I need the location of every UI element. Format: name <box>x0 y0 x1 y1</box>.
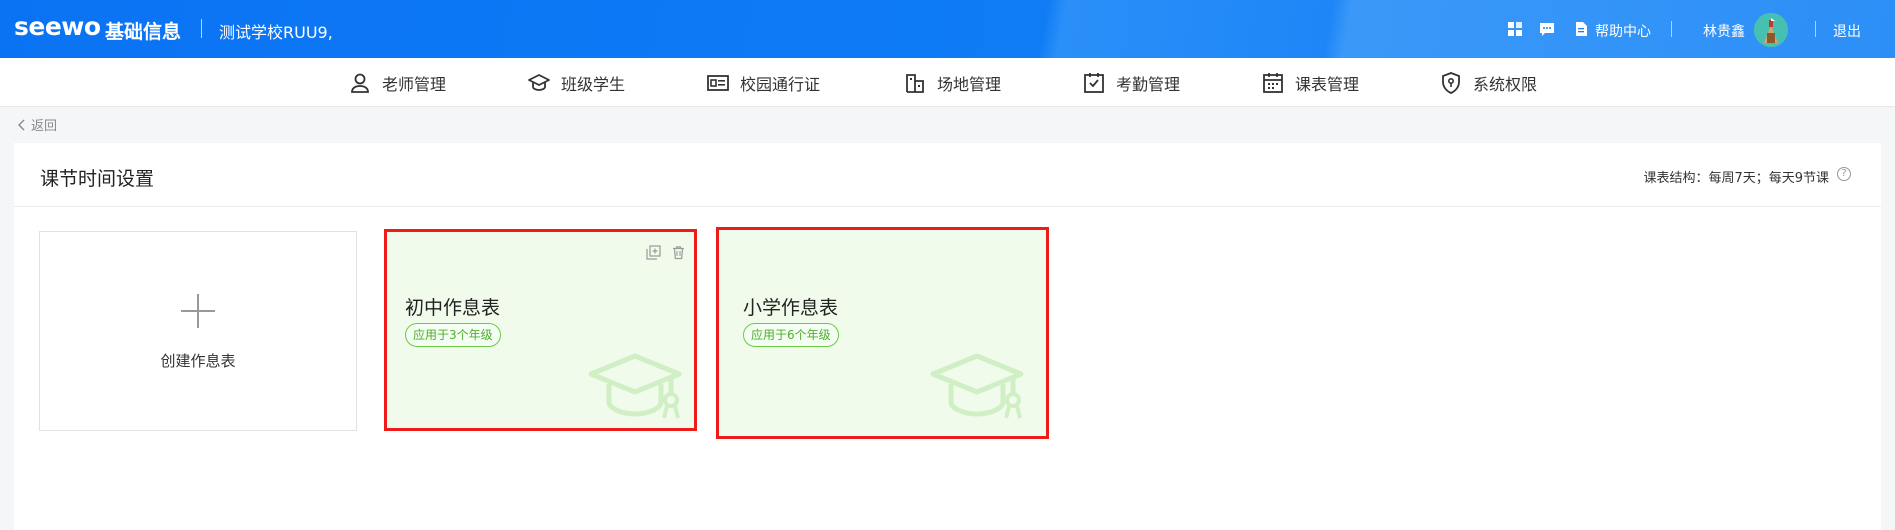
person-icon <box>351 73 369 93</box>
building-icon <box>906 74 924 93</box>
calendar-icon <box>1263 73 1283 93</box>
header-divider <box>201 19 202 38</box>
grade-count-badge: 应用于6个年级 <box>743 323 839 347</box>
school-name[interactable]: 测试学校RUU9, <box>219 19 333 43</box>
back-label: 返回 <box>31 119 58 134</box>
copy-icon[interactable] <box>646 245 661 260</box>
plus-icon <box>181 294 215 328</box>
nav-item-label: 课表管理 <box>1295 75 1360 94</box>
chevron-left-icon <box>18 119 25 130</box>
create-schedule-button[interactable]: 创建作息表 <box>39 231 357 431</box>
nav-item-label: 校园通行证 <box>740 75 821 94</box>
nav-item-teachers[interactable]: 老师管理 <box>348 70 446 96</box>
page-title: 课节时间设置 <box>40 168 155 190</box>
app-title: 基础信息 <box>105 21 182 43</box>
grade-count-badge: 应用于3个年级 <box>405 323 501 347</box>
username[interactable]: 林贵鑫 <box>1703 21 1745 41</box>
header-divider <box>1815 21 1816 37</box>
nav-item-venues[interactable]: 场地管理 <box>903 70 1001 96</box>
schedule-panel: 课节时间设置 课表结构：每周7天；每天9节课 ? 创建作息表 初中作息表 应用于… <box>14 143 1881 530</box>
trash-icon[interactable] <box>671 245 686 260</box>
card-actions <box>646 245 686 260</box>
id-card-icon <box>707 75 729 91</box>
apps-grid-icon[interactable] <box>1506 20 1524 38</box>
seewo-logo[interactable]: seewo <box>14 12 101 41</box>
schedule-card[interactable]: 初中作息表 应用于3个年级 <box>384 229 697 431</box>
nav-item-attendance[interactable]: 考勤管理 <box>1082 70 1180 96</box>
header-divider <box>1671 21 1672 37</box>
avatar[interactable] <box>1754 13 1788 47</box>
back-link[interactable]: 返回 <box>16 115 57 134</box>
panel-header: 课节时间设置 课表结构：每周7天；每天9节课 ? <box>14 143 1881 207</box>
calendar-check-icon <box>1084 73 1104 93</box>
nav-item-label: 场地管理 <box>937 75 1002 94</box>
main-nav: 老师管理 班级学生 校园通行证 场地管理 考勤管理 课表管理 系统权限 <box>0 58 1895 107</box>
top-header: seewo 基础信息 测试学校RUU9, 帮助中心 林贵鑫 退出 <box>0 0 1895 58</box>
nav-item-label: 系统权限 <box>1473 75 1538 94</box>
nav-item-campus-pass[interactable]: 校园通行证 <box>706 70 820 96</box>
graduation-cap-icon <box>588 353 682 419</box>
graduation-cap-icon <box>930 353 1024 419</box>
timetable-structure: 课表结构：每周7天；每天9节课 <box>1643 171 1829 186</box>
nav-item-label: 班级学生 <box>561 75 626 94</box>
message-icon[interactable] <box>1538 20 1556 38</box>
help-circle-icon[interactable]: ? <box>1837 167 1851 181</box>
help-center-link[interactable]: 帮助中心 <box>1595 21 1651 41</box>
shield-icon <box>1442 72 1460 94</box>
nav-item-label: 老师管理 <box>382 75 447 94</box>
nav-item-label: 考勤管理 <box>1116 75 1181 94</box>
schedule-card-title: 初中作息表 <box>405 297 501 319</box>
nav-item-permissions[interactable]: 系统权限 <box>1439 70 1537 96</box>
graduation-cap-icon <box>528 74 550 91</box>
create-schedule-label: 创建作息表 <box>160 352 236 370</box>
nav-item-timetable[interactable]: 课表管理 <box>1261 70 1359 96</box>
nav-item-classes[interactable]: 班级学生 <box>527 70 625 96</box>
schedule-card[interactable]: 小学作息表 应用于6个年级 <box>716 227 1049 439</box>
document-icon[interactable] <box>1572 20 1590 38</box>
schedule-card-title: 小学作息表 <box>743 297 839 319</box>
logout-button[interactable]: 退出 <box>1833 21 1861 41</box>
